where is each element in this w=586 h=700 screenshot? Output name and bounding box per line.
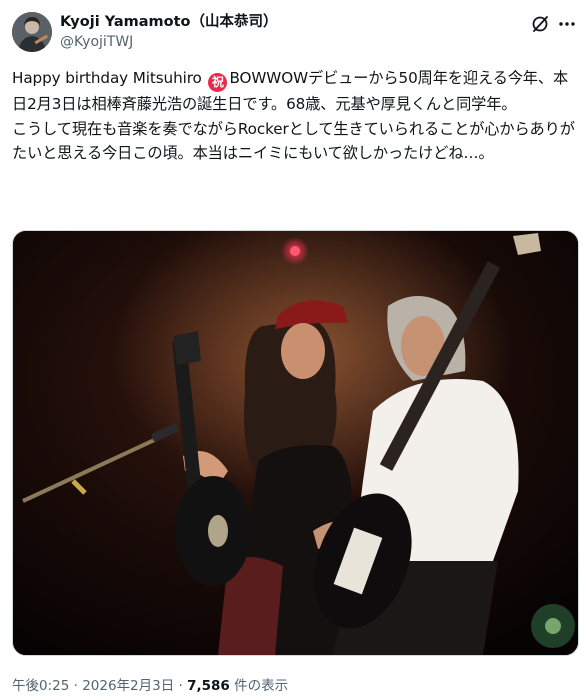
author-name[interactable]: Kyoji Yamamoto（山本恭司）	[60, 13, 278, 32]
tweet-line1-prefix: Happy birthday Mitsuhiro	[12, 69, 207, 87]
meta-separator: ·	[174, 678, 188, 694]
view-label: 件の表示	[229, 678, 289, 694]
view-count[interactable]: 7,586	[187, 678, 230, 694]
more-dots-icon[interactable]	[558, 14, 576, 34]
concert-photo-illustration	[13, 231, 578, 655]
tweet-photo[interactable]	[12, 230, 579, 656]
tweet-text: Happy birthday Mitsuhiro 祝 BOWWOWデビューから50…	[12, 66, 578, 166]
avatar[interactable]	[12, 12, 52, 52]
grok-slash-circle-icon[interactable]	[530, 14, 550, 34]
tweet-date[interactable]: 2026年2月3日	[82, 678, 174, 694]
tweet-paragraph-2: こうして現在も音楽を奏でながらRockerとして生きていられることが心からありが…	[12, 119, 575, 163]
tweet-paragraph-1: Happy birthday Mitsuhiro 祝 BOWWOWデビューから50…	[12, 66, 578, 117]
tweet-time[interactable]: 午後0:25	[12, 678, 69, 694]
author-handle[interactable]: @KyojiTWJ	[60, 33, 133, 52]
iwai-emoji-icon: 祝	[208, 73, 228, 92]
tweet-meta: 午後0:25 · 2026年2月3日 · 7,586 件の表示	[12, 674, 288, 694]
meta-separator: ·	[69, 678, 83, 694]
